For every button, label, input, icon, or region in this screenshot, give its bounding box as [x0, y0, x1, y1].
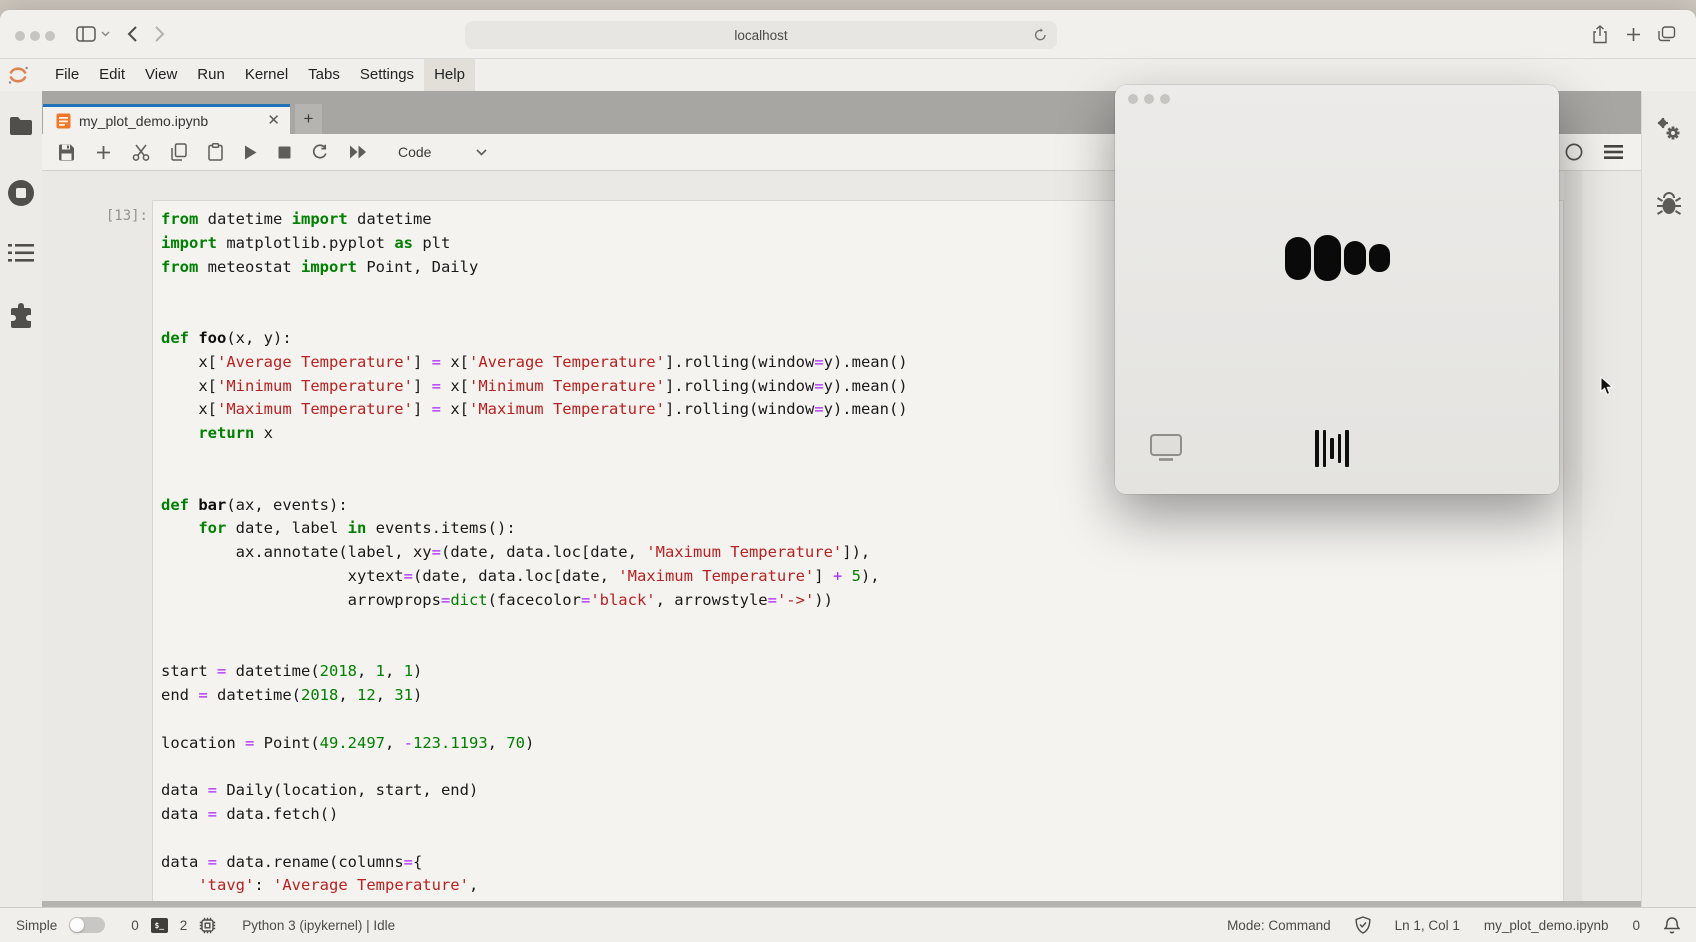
running-sessions-icon[interactable] — [0, 179, 42, 207]
restart-kernel-button[interactable] — [312, 144, 328, 160]
menu-run[interactable]: Run — [187, 59, 235, 91]
file-browser-icon[interactable] — [0, 116, 42, 136]
kernel-status-icon[interactable] — [1565, 143, 1583, 161]
address-bar[interactable]: localhost — [465, 21, 1057, 49]
interrupt-kernel-button[interactable] — [278, 146, 291, 159]
execution-count: [13]: — [98, 208, 148, 224]
kernel-status-text[interactable]: Python 3 (ipykernel) | Idle — [242, 918, 395, 933]
desktop: { "browser": { "url": "localhost" }, "me… — [0, 0, 1696, 942]
terminal-icon[interactable]: $_ — [151, 918, 168, 933]
right-activity-bar — [1641, 91, 1696, 907]
tab-overview-icon[interactable] — [1658, 10, 1676, 58]
save-button[interactable] — [58, 144, 75, 161]
code-line[interactable]: arrowprops=dict(facecolor='black', arrow… — [161, 589, 1563, 613]
code-line[interactable] — [161, 636, 1563, 660]
new-tab-icon[interactable] — [1626, 10, 1641, 58]
terminals-count[interactable]: 0 — [131, 918, 139, 933]
statusbar-filename[interactable]: my_plot_demo.ipynb — [1484, 918, 1609, 933]
code-line[interactable] — [161, 708, 1563, 732]
jupyter-logo-icon — [7, 63, 29, 87]
forward-icon[interactable] — [154, 10, 165, 58]
zoom-window-icon[interactable] — [45, 31, 55, 41]
menu-settings[interactable]: Settings — [350, 59, 424, 91]
code-line[interactable]: xytext=(date, data.loc[date, 'Maximum Te… — [161, 565, 1563, 589]
restart-run-all-button[interactable] — [349, 145, 367, 159]
code-line[interactable]: def bar(ax, events): — [161, 494, 1563, 518]
panel-bottom-edge — [42, 901, 1641, 907]
code-line[interactable]: data = Daily(location, start, end) — [161, 779, 1563, 803]
copy-cells-button[interactable] — [171, 143, 187, 161]
extensions-icon[interactable] — [0, 303, 42, 329]
kernel-chip-icon[interactable] — [199, 917, 216, 934]
loading-dots — [1115, 235, 1559, 281]
close-tab-icon[interactable]: ✕ — [267, 113, 280, 128]
reload-icon[interactable] — [1034, 28, 1047, 42]
minimize-window-icon[interactable] — [30, 31, 40, 41]
menu-view[interactable]: View — [135, 59, 187, 91]
dot-icon — [1285, 237, 1311, 280]
dot-icon — [1344, 241, 1366, 275]
menu-help[interactable]: Help — [424, 59, 475, 91]
code-line[interactable] — [161, 613, 1563, 637]
url-text: localhost — [734, 28, 787, 43]
bell-icon[interactable] — [1664, 916, 1680, 934]
sidebar-toggle-icon[interactable] — [76, 10, 96, 58]
dot-icon — [1314, 235, 1341, 281]
overlay-window-controls — [1128, 94, 1170, 104]
cell-type-select[interactable]: Code — [398, 144, 431, 160]
mouse-cursor — [1600, 376, 1614, 396]
share-icon[interactable] — [1592, 10, 1608, 58]
notifications-count[interactable]: 0 — [1632, 918, 1640, 933]
run-cell-button[interactable] — [244, 145, 257, 160]
code-line[interactable] — [161, 827, 1563, 851]
simple-mode-toggle[interactable] — [69, 917, 105, 933]
notebook-tab[interactable]: my_plot_demo.ipynb ✕ — [43, 104, 290, 134]
trusted-shield-icon[interactable] — [1355, 916, 1371, 934]
debugger-icon[interactable] — [1642, 191, 1696, 217]
browser-chrome: localhost — [0, 10, 1696, 59]
back-icon[interactable] — [127, 10, 138, 58]
cell-type-chevron-icon[interactable] — [476, 149, 487, 156]
code-line[interactable]: for date, label in events.items(): — [161, 517, 1563, 541]
notebook-scrollbar[interactable] — [1564, 171, 1582, 901]
toolbar-menu-icon[interactable] — [1604, 145, 1623, 159]
overlay-zoom-icon[interactable] — [1160, 94, 1170, 104]
left-activity-bar — [0, 91, 42, 907]
code-line[interactable]: end = datetime(2018, 12, 31) — [161, 684, 1563, 708]
close-window-icon[interactable] — [15, 31, 25, 41]
paste-cells-button[interactable] — [208, 143, 223, 161]
code-line[interactable] — [161, 755, 1563, 779]
code-line[interactable]: data = data.rename(columns={ — [161, 851, 1563, 875]
add-cell-button[interactable] — [96, 145, 111, 160]
overlay-close-icon[interactable] — [1128, 94, 1138, 104]
new-launcher-button[interactable]: + — [295, 104, 322, 134]
cut-cells-button[interactable] — [132, 144, 150, 161]
menu-edit[interactable]: Edit — [89, 59, 135, 91]
code-line[interactable]: data = data.fetch() — [161, 803, 1563, 827]
notebook-file-icon — [56, 113, 71, 129]
overlay-minimize-icon[interactable] — [1144, 94, 1154, 104]
status-bar: Simple 0 $_ 2 Python 3 (ipykernel) | Idl… — [0, 907, 1696, 942]
overlay-window — [1115, 85, 1559, 494]
code-line[interactable]: start = datetime(2018, 1, 1) — [161, 660, 1563, 684]
dot-icon — [1369, 244, 1390, 272]
waveform-icon[interactable] — [1315, 429, 1349, 467]
code-line[interactable]: location = Point(49.2497, -123.1193, 70) — [161, 732, 1563, 756]
cursor-position[interactable]: Ln 1, Col 1 — [1395, 918, 1460, 933]
tab-title: my_plot_demo.ipynb — [79, 113, 259, 129]
menu-kernel[interactable]: Kernel — [235, 59, 298, 91]
property-inspector-icon[interactable] — [1642, 116, 1696, 144]
kernel-sessions-count[interactable]: 2 — [180, 918, 188, 933]
code-line[interactable]: 'tmin': 'Minimum Temperature', — [161, 898, 1563, 901]
window-controls — [15, 31, 55, 41]
mode-indicator[interactable]: Mode: Command — [1227, 918, 1331, 933]
menu-file[interactable]: File — [45, 59, 89, 91]
code-line[interactable]: 'tavg': 'Average Temperature', — [161, 874, 1563, 898]
menu-tabs[interactable]: Tabs — [298, 59, 350, 91]
chevron-down-icon[interactable] — [101, 10, 110, 58]
table-of-contents-icon[interactable] — [0, 243, 42, 263]
simple-mode-label: Simple — [16, 918, 57, 933]
display-icon[interactable] — [1149, 433, 1183, 461]
code-line[interactable]: ax.annotate(label, xy=(date, data.loc[da… — [161, 541, 1563, 565]
